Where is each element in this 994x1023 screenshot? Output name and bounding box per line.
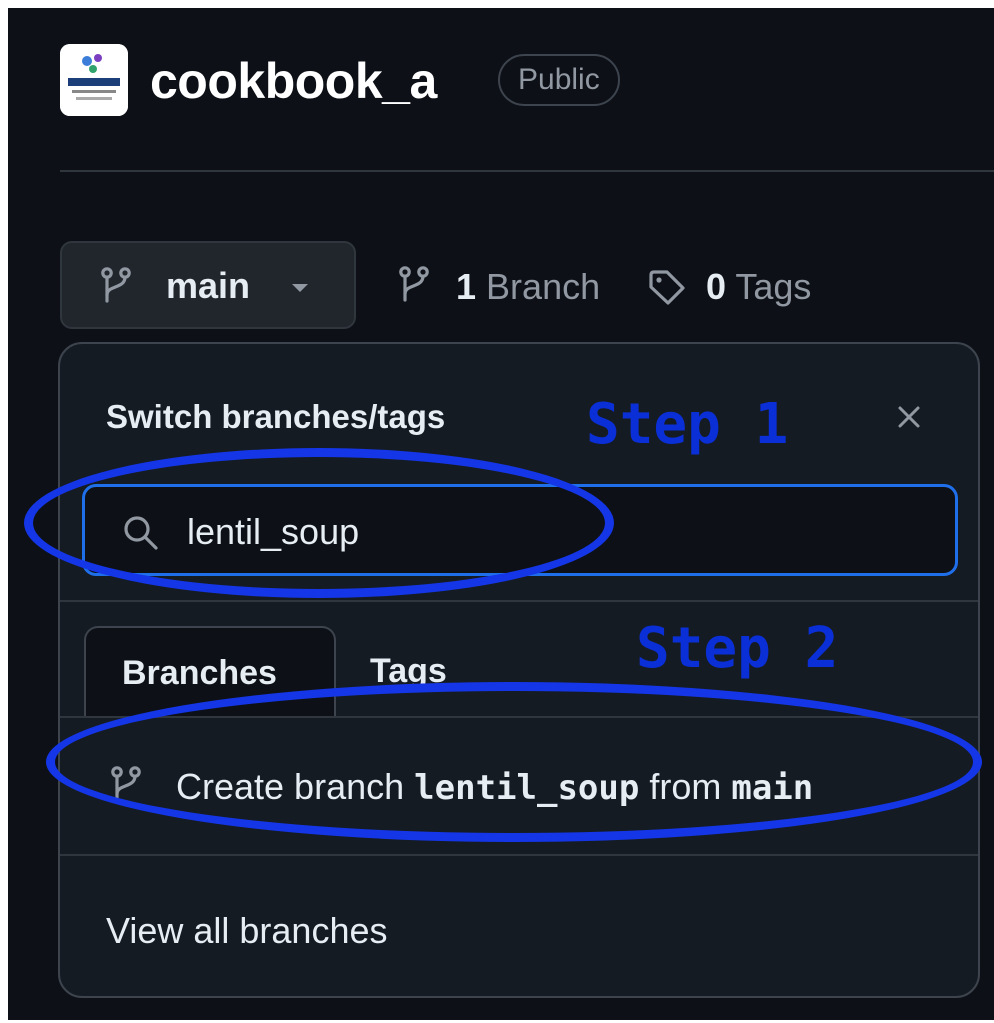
chevron-down-icon xyxy=(290,281,310,299)
header-divider xyxy=(60,170,994,172)
tag-count-number: 0 xyxy=(706,266,727,307)
step-2-annotation: Step 2 xyxy=(636,616,839,681)
search-icon xyxy=(121,513,161,558)
current-branch-label: main xyxy=(166,265,251,306)
divider xyxy=(60,600,978,602)
view-all-branches-link[interactable]: View all branches xyxy=(106,910,388,952)
branch-count-number: 1 xyxy=(456,266,477,307)
create-branch-prefix: Create branch xyxy=(176,766,405,807)
branch-filter-input[interactable]: lentil_soup xyxy=(82,484,958,576)
git-branch-icon xyxy=(110,766,142,809)
branch-select-button[interactable]: main xyxy=(60,241,356,329)
tag-count-label: Tags xyxy=(735,266,812,307)
new-branch-name: lentil_soup xyxy=(414,768,640,808)
tab-tags[interactable]: Tags xyxy=(370,652,447,691)
org-logo-icon[interactable] xyxy=(60,44,128,116)
source-branch-name: main xyxy=(731,768,814,808)
close-icon[interactable] xyxy=(890,398,930,438)
divider xyxy=(60,854,978,856)
dropdown-title: Switch branches/tags xyxy=(106,398,446,435)
create-branch-from: from xyxy=(649,766,722,807)
screenshot-frame: cookbook_a Public main 1 Branch 0 Tags S… xyxy=(8,8,994,1020)
create-branch-text: Create branch lentil_soup from main xyxy=(176,766,813,808)
repo-name[interactable]: cookbook_a xyxy=(150,52,437,110)
git-branch-icon xyxy=(100,267,132,310)
tag-count-link[interactable]: 0 Tags xyxy=(706,266,811,308)
search-input-value[interactable]: lentil_soup xyxy=(187,511,359,553)
git-branch-icon xyxy=(398,266,430,309)
visibility-badge: Public xyxy=(498,54,620,106)
branch-count-link[interactable]: 1 Branch xyxy=(456,266,600,308)
tag-icon xyxy=(648,270,688,311)
switch-branches-dropdown: Switch branches/tags lentil_soup Branche… xyxy=(58,342,980,998)
branch-count-label: Branch xyxy=(486,266,601,307)
create-branch-item[interactable]: Create branch lentil_soup from main xyxy=(60,718,978,854)
tab-branches-label: Branches xyxy=(122,654,277,692)
tab-branches[interactable]: Branches xyxy=(84,626,336,718)
step-1-annotation: Step 1 xyxy=(586,392,789,457)
